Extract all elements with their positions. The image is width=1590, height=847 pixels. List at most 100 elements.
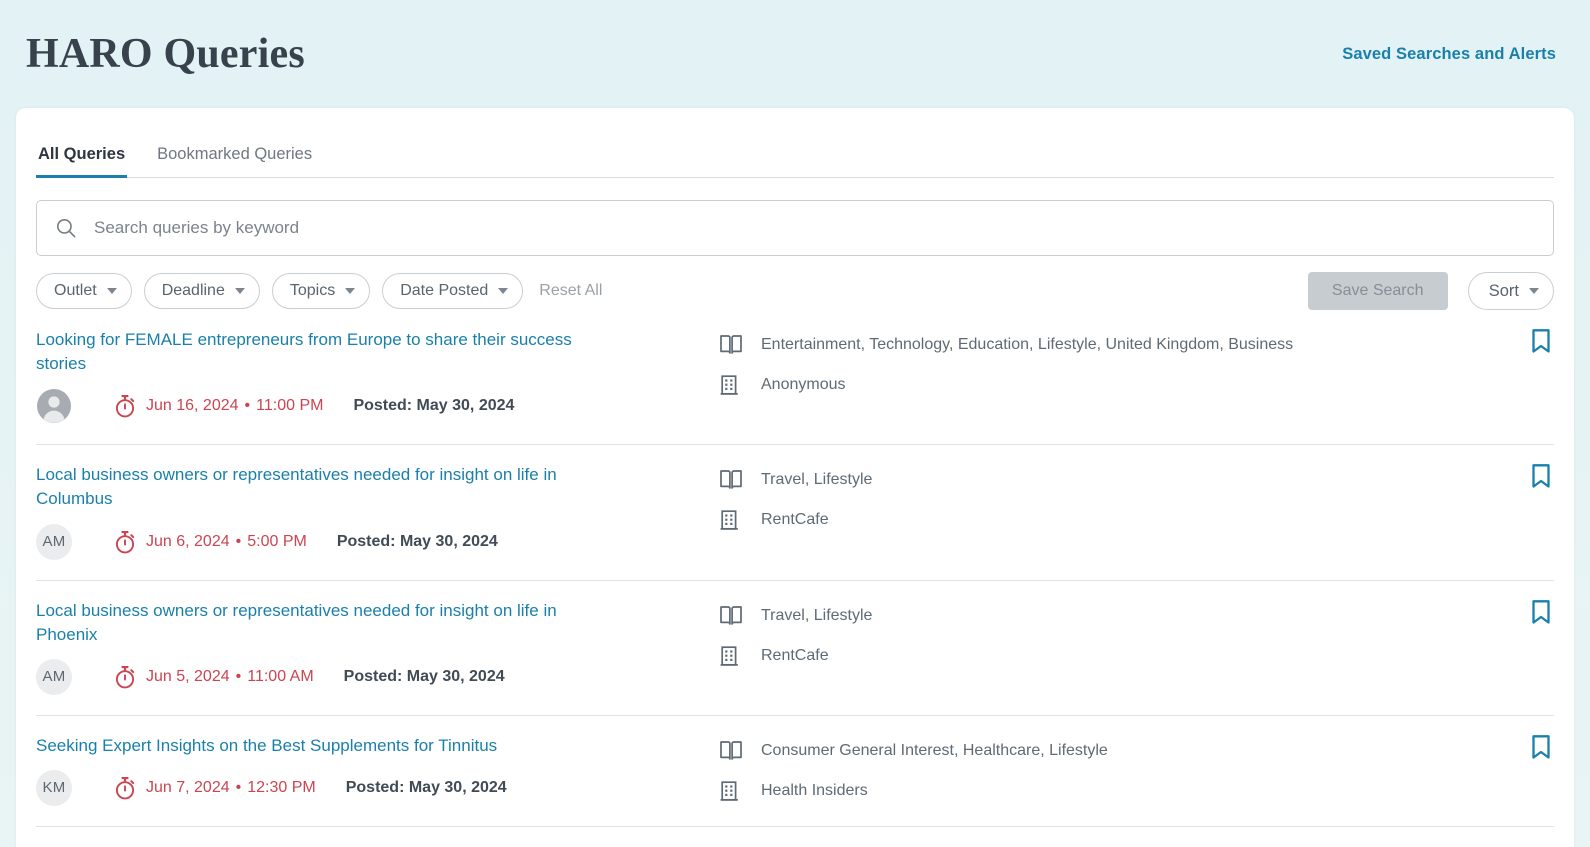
query-deadline: Jun 7, 2024 • 12:30 PM — [114, 776, 316, 800]
query-secondary-column: Travel, Lifestyle — [719, 463, 1554, 531]
filter-outlet[interactable]: Outlet — [36, 273, 132, 309]
open-book-icon — [719, 605, 743, 627]
chevron-down-icon — [498, 288, 508, 294]
bookmark-button[interactable] — [1530, 328, 1552, 354]
filter-deadline-label: Deadline — [162, 282, 225, 300]
query-topics-text: Travel, Lifestyle — [761, 605, 872, 627]
building-icon — [719, 780, 743, 802]
page-title: HARO Queries — [26, 30, 305, 78]
chevron-down-icon — [107, 288, 117, 294]
query-topics: Consumer General Interest, Healthcare, L… — [719, 740, 1554, 762]
tab-bookmarked-queries[interactable]: Bookmarked Queries — [155, 145, 314, 178]
query-topics: Entertainment, Technology, Education, Li… — [719, 334, 1554, 356]
search-icon — [55, 217, 77, 239]
query-secondary-column: Consumer General Interest, Healthcare, L… — [719, 734, 1554, 802]
chevron-down-icon — [1529, 288, 1539, 294]
sort-button[interactable]: Sort — [1468, 272, 1554, 310]
deadline-date: Jun 16, 2024 — [146, 397, 239, 415]
tab-bar: All Queries Bookmarked Queries — [16, 108, 1574, 178]
filter-date-posted-label: Date Posted — [400, 282, 488, 300]
query-secondary-column: Entertainment, Technology, Education, Li… — [719, 328, 1554, 396]
query-topics: Travel, Lifestyle — [719, 469, 1554, 491]
deadline-time: 12:30 PM — [247, 779, 315, 797]
deadline-date: Jun 5, 2024 — [146, 668, 230, 686]
stopwatch-icon — [114, 776, 136, 800]
query-list: Looking for FEMALE entrepreneurs from Eu… — [16, 310, 1574, 827]
query-meta: Jun 16, 2024 • 11:00 PM Posted: May 30, … — [36, 388, 703, 424]
query-outlet-text: RentCafe — [761, 645, 829, 667]
query-topics-text: Consumer General Interest, Healthcare, L… — [761, 740, 1108, 762]
open-book-icon — [719, 469, 743, 491]
query-title-link[interactable]: Seeking Expert Insights on the Best Supp… — [36, 734, 596, 758]
deadline-time: 5:00 PM — [247, 533, 307, 551]
filter-bar: Outlet Deadline Topics Date Posted Reset… — [16, 256, 1574, 310]
query-outlet-text: RentCafe — [761, 509, 829, 531]
reset-all-button[interactable]: Reset All — [539, 282, 602, 300]
filter-date-posted[interactable]: Date Posted — [382, 273, 523, 309]
building-icon — [719, 509, 743, 531]
sort-label: Sort — [1489, 282, 1519, 301]
deadline-date: Jun 6, 2024 — [146, 533, 230, 551]
save-search-button[interactable]: Save Search — [1308, 272, 1448, 310]
query-row: Local business owners or representatives… — [36, 581, 1554, 716]
query-outlet: RentCafe — [719, 509, 1554, 531]
filter-topics-label: Topics — [290, 282, 335, 300]
query-outlet-text: Anonymous — [761, 374, 846, 396]
saved-searches-and-alerts-link[interactable]: Saved Searches and Alerts — [1342, 45, 1556, 64]
deadline-separator: • — [236, 779, 242, 797]
query-outlet: Health Insiders — [719, 780, 1554, 802]
avatar: KM — [36, 770, 72, 806]
bookmark-icon — [1530, 599, 1552, 625]
stopwatch-icon — [114, 665, 136, 689]
query-outlet-text: Health Insiders — [761, 780, 868, 802]
building-icon — [719, 374, 743, 396]
chevron-down-icon — [345, 288, 355, 294]
query-title-link[interactable]: Local business owners or representatives… — [36, 463, 596, 511]
filter-topics[interactable]: Topics — [272, 273, 370, 309]
posted-date: Posted: May 30, 2024 — [344, 668, 505, 686]
avatar: AM — [36, 659, 72, 695]
building-icon — [719, 645, 743, 667]
deadline-separator: • — [236, 668, 242, 686]
open-book-icon — [719, 740, 743, 762]
bookmark-button[interactable] — [1530, 463, 1552, 489]
query-meta: AM Jun 6, 2024 • — [36, 524, 703, 560]
query-topics-text: Entertainment, Technology, Education, Li… — [761, 334, 1293, 356]
avatar: AM — [36, 524, 72, 560]
query-title-link[interactable]: Local business owners or representatives… — [36, 599, 596, 647]
query-row: Seeking Expert Insights on the Best Supp… — [36, 716, 1554, 827]
bookmark-icon — [1530, 734, 1552, 760]
query-row: Looking for FEMALE entrepreneurs from Eu… — [36, 310, 1554, 445]
query-deadline: Jun 6, 2024 • 5:00 PM — [114, 530, 307, 554]
query-primary-column: Local business owners or representatives… — [36, 463, 719, 559]
search-box[interactable] — [36, 200, 1554, 256]
bookmark-icon — [1530, 463, 1552, 489]
open-book-icon — [719, 334, 743, 356]
query-outlet: RentCafe — [719, 645, 1554, 667]
tab-all-queries[interactable]: All Queries — [36, 145, 127, 178]
search-section — [16, 178, 1574, 256]
posted-date: Posted: May 30, 2024 — [337, 533, 498, 551]
deadline-time: 11:00 PM — [256, 397, 323, 415]
bookmark-button[interactable] — [1530, 734, 1552, 760]
query-primary-column: Seeking Expert Insights on the Best Supp… — [36, 734, 719, 806]
query-meta: KM Jun 7, 2024 • — [36, 770, 703, 806]
avatar — [36, 388, 72, 424]
deadline-date: Jun 7, 2024 — [146, 779, 230, 797]
query-title-link[interactable]: Looking for FEMALE entrepreneurs from Eu… — [36, 328, 596, 376]
queries-card: All Queries Bookmarked Queries Outlet De… — [16, 108, 1574, 847]
search-input[interactable] — [94, 218, 1535, 238]
deadline-separator: • — [236, 533, 242, 551]
query-row: Local business owners or representatives… — [36, 445, 1554, 580]
deadline-time: 11:00 AM — [247, 668, 313, 686]
query-deadline: Jun 5, 2024 • 11:00 AM — [114, 665, 314, 689]
stopwatch-icon — [114, 394, 136, 418]
deadline-separator: • — [245, 397, 251, 415]
query-meta: AM Jun 5, 2024 • — [36, 659, 703, 695]
filter-deadline[interactable]: Deadline — [144, 273, 260, 309]
page-header: HARO Queries Saved Searches and Alerts — [0, 0, 1590, 108]
bookmark-button[interactable] — [1530, 599, 1552, 625]
query-secondary-column: Travel, Lifestyle — [719, 599, 1554, 667]
posted-date: Posted: May 30, 2024 — [353, 397, 514, 415]
query-primary-column: Local business owners or representatives… — [36, 599, 719, 695]
